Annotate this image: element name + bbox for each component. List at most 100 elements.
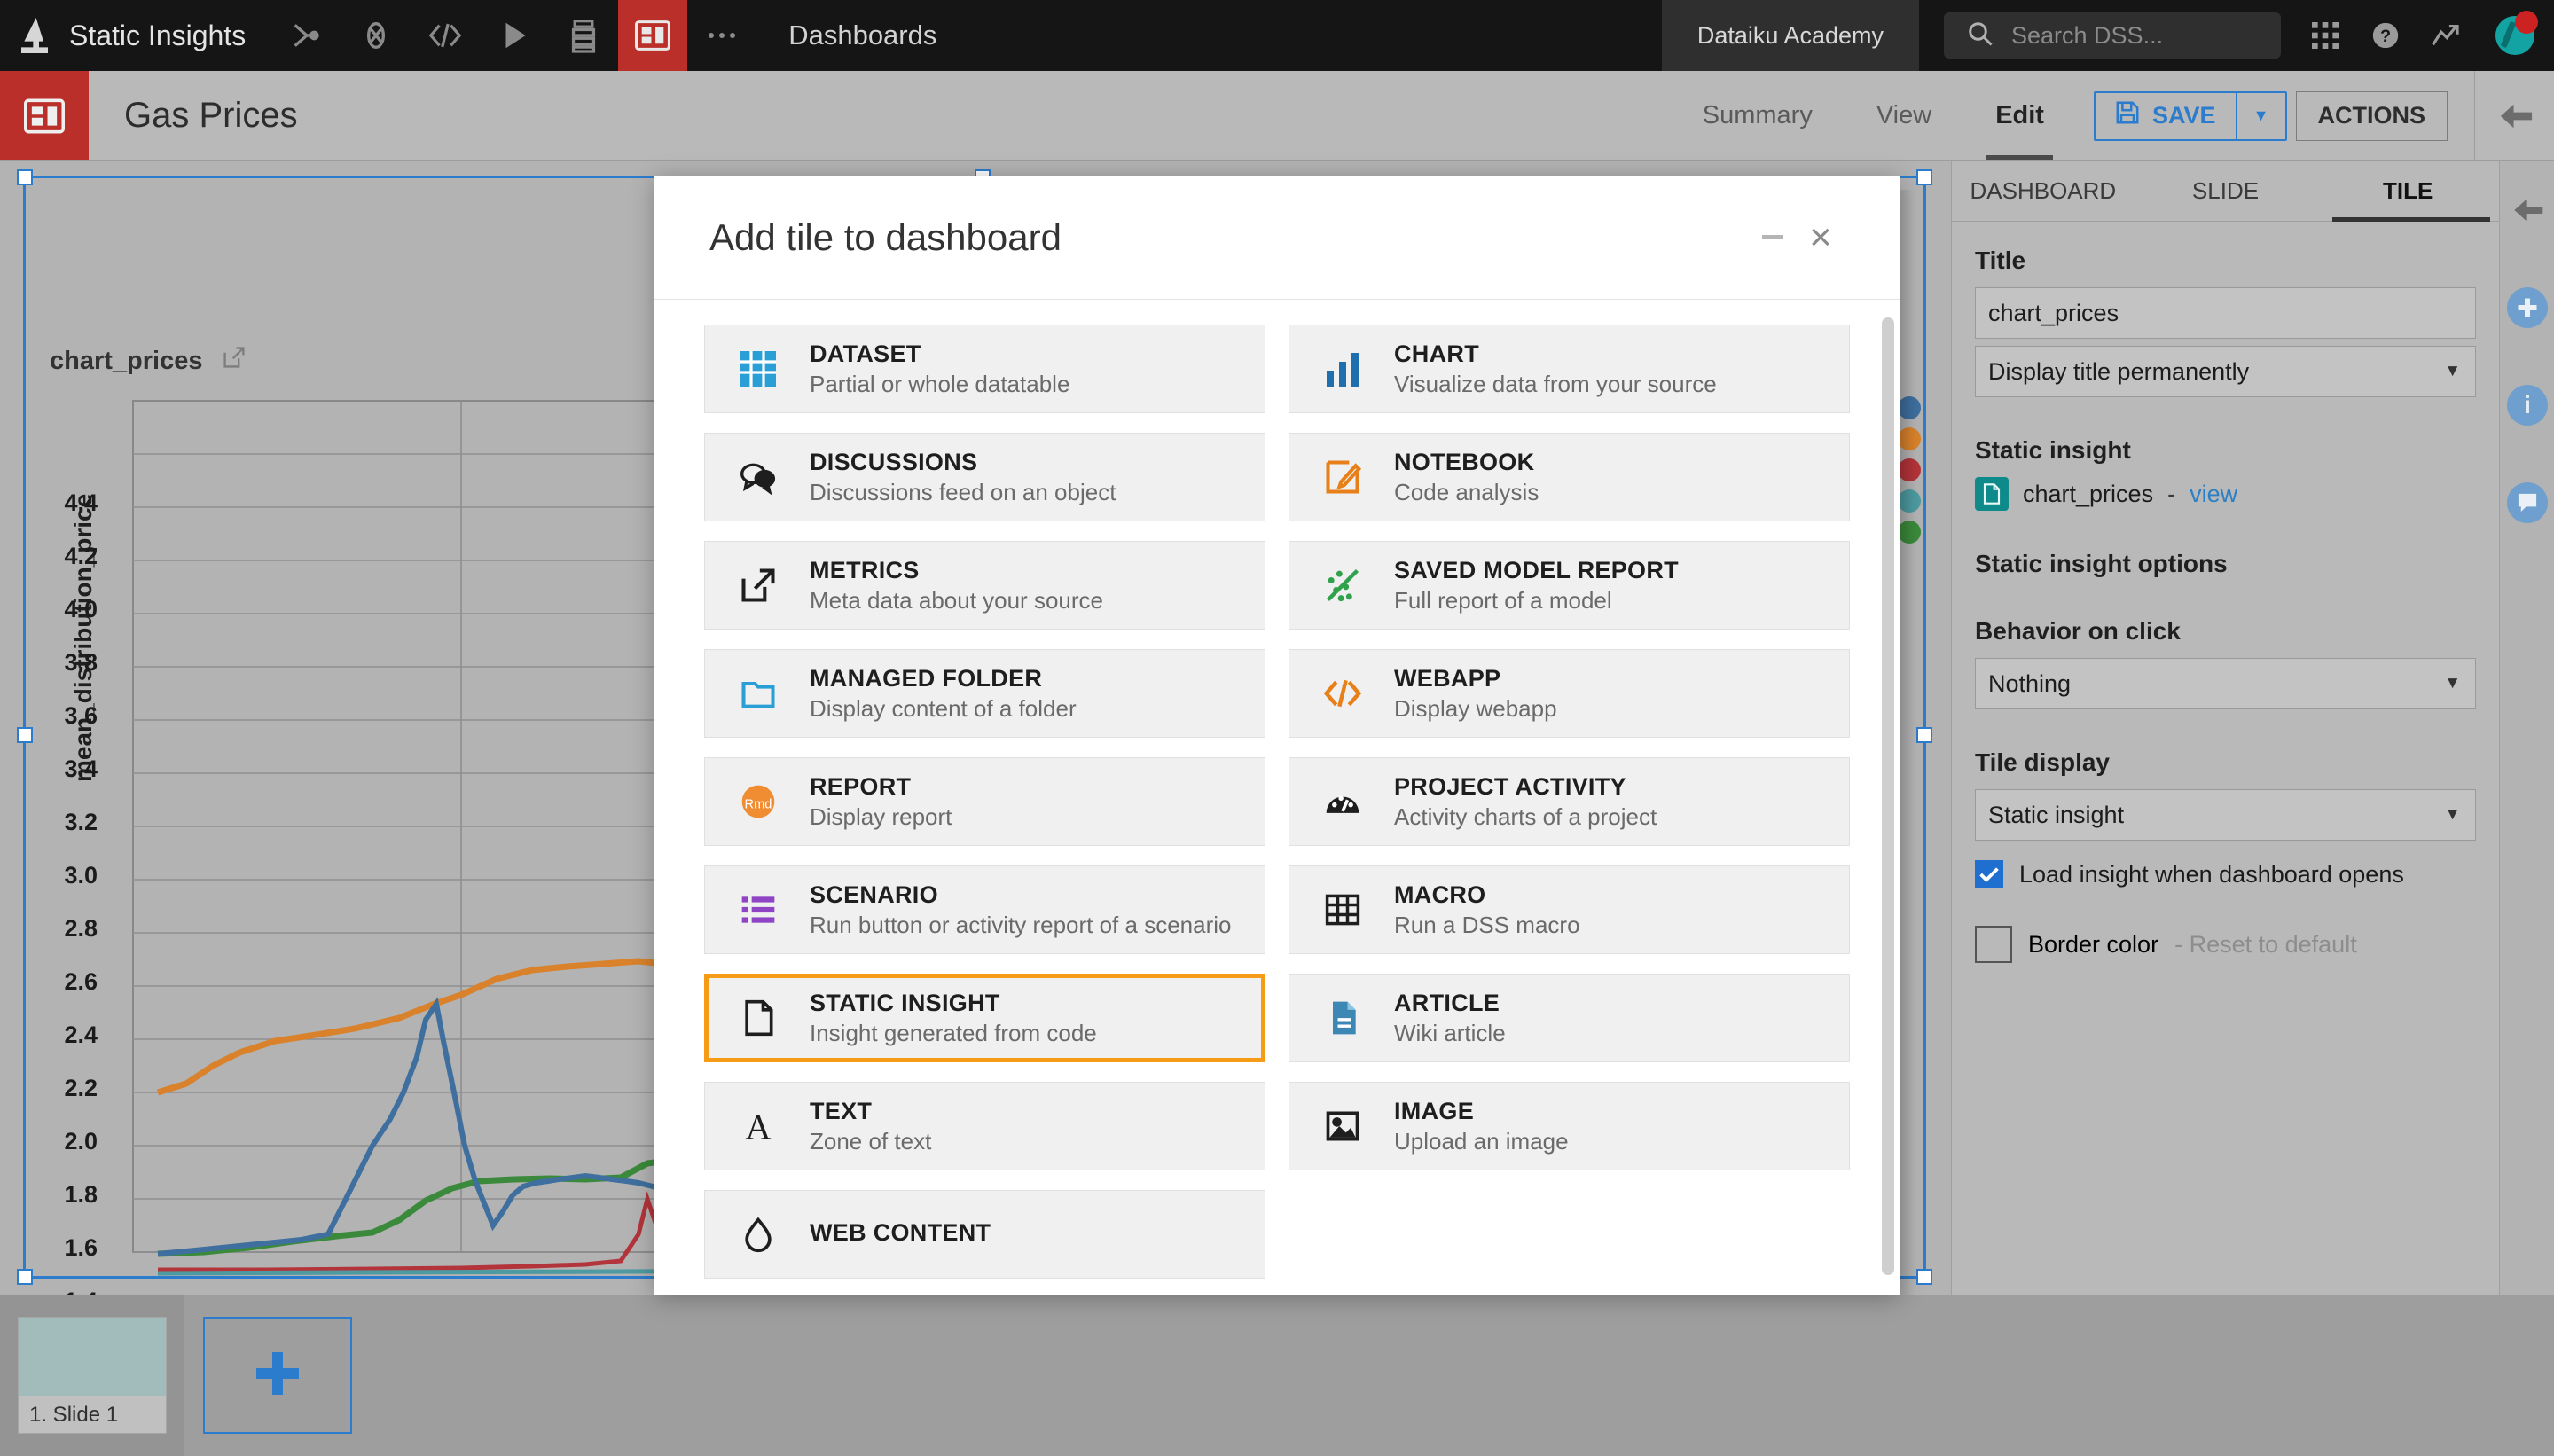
academy-link[interactable]: Dataiku Academy bbox=[1661, 0, 1919, 71]
load-insight-checkbox-row[interactable]: Load insight when dashboard opens bbox=[1975, 860, 2476, 888]
border-color-row[interactable]: Border color - Reset to default bbox=[1975, 926, 2476, 963]
tile-option-text: IMAGE Upload an image bbox=[1394, 1098, 1569, 1155]
picture-icon bbox=[1316, 1107, 1369, 1146]
help-icon[interactable]: ? bbox=[2355, 0, 2416, 71]
tile-title-input[interactable] bbox=[1975, 287, 2476, 339]
tile-option-text: NOTEBOOK Code analysis bbox=[1394, 449, 1539, 506]
project-name[interactable]: Static Insights bbox=[69, 0, 272, 71]
tile-display-select[interactable]: Static insight ▼ bbox=[1975, 789, 2476, 841]
collapse-panel-icon[interactable] bbox=[2500, 161, 2554, 259]
tile-option-notebook[interactable]: NOTEBOOK Code analysis bbox=[1289, 433, 1850, 521]
resize-handle-tr[interactable] bbox=[1916, 169, 1932, 185]
resize-handle-tl[interactable] bbox=[17, 169, 33, 185]
automation-icon[interactable] bbox=[549, 0, 618, 71]
add-tile-icon[interactable] bbox=[2500, 259, 2554, 356]
right-icon-rail: i bbox=[2499, 161, 2554, 1295]
tile-option-dataset[interactable]: DATASET Partial or whole datatable bbox=[704, 325, 1265, 413]
y-tick-8: 2.8 bbox=[64, 915, 98, 942]
static-insight-label: Static insight bbox=[1975, 436, 2131, 464]
title-display-select[interactable]: Display title permanently ▼ bbox=[1975, 346, 2476, 397]
save-button-group[interactable]: SAVE ▼ bbox=[2093, 90, 2287, 141]
tile-option-desc: Code analysis bbox=[1394, 478, 1539, 505]
tile-option-desc: Meta data about your source bbox=[810, 586, 1103, 614]
y-tick-6: 3.2 bbox=[64, 809, 98, 835]
jobs-play-icon[interactable] bbox=[480, 0, 549, 71]
tile-option-text: MACRO Run a DSS macro bbox=[1394, 881, 1580, 939]
actions-button[interactable]: ACTIONS bbox=[2295, 90, 2448, 141]
tile-option-discussions[interactable]: DISCUSSIONS Discussions feed on an objec… bbox=[704, 433, 1265, 521]
search-input[interactable] bbox=[2011, 21, 2258, 50]
tile-option-name: IMAGE bbox=[1394, 1097, 1475, 1124]
user-avatar[interactable] bbox=[2476, 0, 2554, 71]
info-icon[interactable]: i bbox=[2500, 356, 2554, 454]
load-insight-checkbox[interactable] bbox=[1975, 860, 2003, 888]
tile-option-image[interactable]: IMAGE Upload an image bbox=[1289, 1082, 1850, 1170]
border-color-swatch[interactable] bbox=[1975, 926, 2012, 963]
save-dropdown-caret[interactable]: ▼ bbox=[2235, 92, 2285, 139]
search-box[interactable] bbox=[1944, 12, 2281, 59]
tab-edit[interactable]: Edit bbox=[1963, 71, 2076, 160]
flow-icon[interactable] bbox=[272, 0, 341, 71]
tile-option-macro[interactable]: MACRO Run a DSS macro bbox=[1289, 865, 1850, 954]
table-icon bbox=[732, 349, 785, 388]
insight-separator: - bbox=[2167, 480, 2176, 507]
tile-option-desc: Display content of a folder bbox=[810, 694, 1077, 722]
tile-option-project-activity[interactable]: PROJECT ACTIVITY Activity charts of a pr… bbox=[1289, 757, 1850, 846]
insight-view-link[interactable]: view bbox=[2190, 481, 2237, 508]
tile-option-name: STATIC INSIGHT bbox=[810, 989, 1000, 1016]
y-tick-3: 3.8 bbox=[64, 649, 98, 676]
add-slide-button[interactable] bbox=[203, 1317, 352, 1434]
external-link-icon[interactable] bbox=[223, 346, 246, 376]
more-ellipsis-icon[interactable] bbox=[687, 0, 756, 71]
close-icon[interactable]: × bbox=[1797, 217, 1845, 257]
dataiku-bird-logo[interactable] bbox=[0, 0, 69, 71]
tab-dashboard[interactable]: DASHBOARD bbox=[1952, 161, 2135, 221]
border-color-label: Border color bbox=[2028, 930, 2159, 958]
tab-slide[interactable]: SLIDE bbox=[2135, 161, 2317, 221]
minimize-icon[interactable] bbox=[1749, 235, 1797, 239]
modal-body: DATASET Partial or whole datatable CHART… bbox=[654, 300, 1900, 1295]
tile-option-desc: Display report bbox=[810, 802, 952, 830]
tile-type-grid: DATASET Partial or whole datatable CHART… bbox=[704, 325, 1850, 1279]
dashboards-icon[interactable] bbox=[618, 0, 688, 71]
tab-view[interactable]: View bbox=[1845, 71, 1963, 160]
save-button[interactable]: SAVE bbox=[2096, 93, 2236, 139]
tile-option-web-content[interactable]: WEB CONTENT bbox=[704, 1190, 1265, 1279]
tile-option-managed-folder[interactable]: MANAGED FOLDER Display content of a fold… bbox=[704, 649, 1265, 738]
tile-option-webapp[interactable]: WEBAPP Display webapp bbox=[1289, 649, 1850, 738]
code-icon[interactable] bbox=[411, 0, 480, 71]
lab-icon[interactable] bbox=[341, 0, 411, 71]
tile-option-scenario[interactable]: SCENARIO Run button or activity report o… bbox=[704, 865, 1265, 954]
tile-option-text[interactable]: A TEXT Zone of text bbox=[704, 1082, 1265, 1170]
header-spacer bbox=[298, 71, 1671, 160]
tile-option-chart[interactable]: CHART Visualize data from your source bbox=[1289, 325, 1850, 413]
behavior-on-click-select[interactable]: Nothing ▼ bbox=[1975, 658, 2476, 709]
tab-summary[interactable]: Summary bbox=[1671, 71, 1845, 160]
apps-grid-icon[interactable] bbox=[2295, 0, 2355, 71]
slide-card[interactable]: 1. Slide 1 bbox=[18, 1317, 167, 1434]
activity-icon[interactable] bbox=[2416, 0, 2476, 71]
static-insight-options-label: Static insight options bbox=[1975, 550, 2228, 577]
tab-tile[interactable]: TILE bbox=[2316, 161, 2499, 222]
tile-settings-panel: DASHBOARD SLIDE TILE Title Display title… bbox=[1951, 161, 2499, 1295]
navbar-spacer bbox=[968, 0, 1662, 71]
tile-option-metrics[interactable]: METRICS Meta data about your source bbox=[704, 541, 1265, 630]
slide-item[interactable]: 1. Slide 1 bbox=[0, 1295, 184, 1456]
load-insight-label: Load insight when dashboard opens bbox=[2019, 860, 2404, 888]
border-reset-link[interactable]: - Reset to default bbox=[2174, 931, 2357, 959]
tile-option-desc: Insight generated from code bbox=[810, 1019, 1097, 1046]
tile-option-saved-model-report[interactable]: SAVED MODEL REPORT Full report of a mode… bbox=[1289, 541, 1850, 630]
tile-option-report[interactable]: Rmd REPORT Display report bbox=[704, 757, 1265, 846]
tile-option-desc: Activity charts of a project bbox=[1394, 802, 1657, 830]
tile-option-static-insight[interactable]: STATIC INSIGHT Insight generated from co… bbox=[704, 974, 1265, 1062]
tile-option-name: SCENARIO bbox=[810, 881, 938, 908]
discussions-icon[interactable] bbox=[2500, 454, 2554, 552]
y-tick-11: 2.2 bbox=[64, 1075, 98, 1101]
nav-section-label[interactable]: Dashboards bbox=[756, 0, 968, 71]
static-insight-row: chart_prices - view bbox=[1975, 477, 2476, 511]
chat-bubbles-icon bbox=[732, 458, 785, 497]
tile-option-article[interactable]: ARTICLE Wiki article bbox=[1289, 974, 1850, 1062]
collapse-panel-arrow-icon[interactable] bbox=[2474, 71, 2554, 160]
title-display-value: Display title permanently bbox=[1988, 357, 2250, 385]
modal-scrollbar[interactable] bbox=[1882, 317, 1894, 1275]
